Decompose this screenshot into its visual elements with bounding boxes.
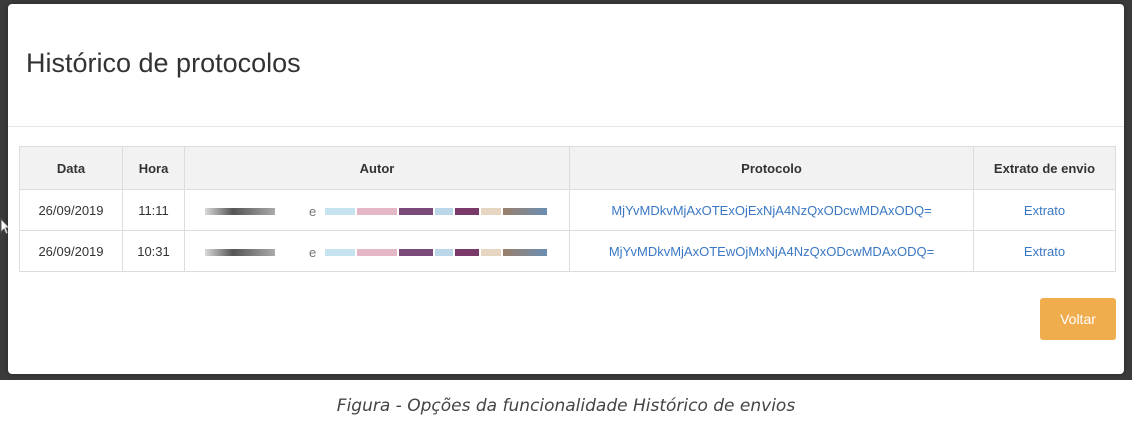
extrato-link[interactable]: Extrato (973, 189, 1116, 231)
modal-title: Histórico de protocolos (26, 48, 301, 78)
column-header-autor: Autor (184, 146, 570, 190)
redacted-author: e (193, 203, 549, 219)
cell-protocolo[interactable]: MjYvMDkvMjAxOTEwOjMxNjA4NzQxODcwMDAxODQ= (569, 230, 974, 272)
cell-hora: 10:31 (122, 230, 185, 272)
column-header-hora: Hora (122, 146, 185, 190)
figure-caption: Figura - Opções da funcionalidade Histór… (336, 396, 796, 416)
history-modal: Histórico de protocolos Data Hora Autor … (8, 4, 1124, 374)
cell-autor: e (184, 230, 570, 272)
author-visible-letter: e (309, 203, 317, 219)
table-header-row: Data Hora Autor Protocolo Extrato de env… (19, 146, 1116, 190)
table-row: 26/09/2019 10:31 e MjYvMDkvMjAxOTEwOjMxN… (19, 230, 1116, 272)
table-row: 26/09/2019 11:11 e MjYvMDkvMjAxOTExOjExN… (19, 189, 1116, 231)
cell-data: 26/09/2019 (19, 189, 123, 231)
author-visible-letter: e (309, 244, 317, 260)
modal-header: Histórico de protocolos (8, 4, 1124, 127)
column-header-protocolo: Protocolo (569, 146, 974, 190)
column-header-data: Data (19, 146, 123, 190)
column-header-extrato: Extrato de envio (973, 146, 1116, 190)
voltar-button[interactable]: Voltar (1040, 298, 1116, 340)
cell-autor: e (184, 189, 570, 231)
cell-protocolo[interactable]: MjYvMDkvMjAxOTExOjExNjA4NzQxODcwMDAxODQ= (569, 189, 974, 231)
cell-data: 26/09/2019 (19, 230, 123, 272)
redacted-author: e (193, 244, 549, 260)
extrato-link[interactable]: Extrato (973, 230, 1116, 272)
cell-hora: 11:11 (122, 189, 185, 231)
protocol-history-table: Data Hora Autor Protocolo Extrato de env… (19, 146, 1116, 272)
